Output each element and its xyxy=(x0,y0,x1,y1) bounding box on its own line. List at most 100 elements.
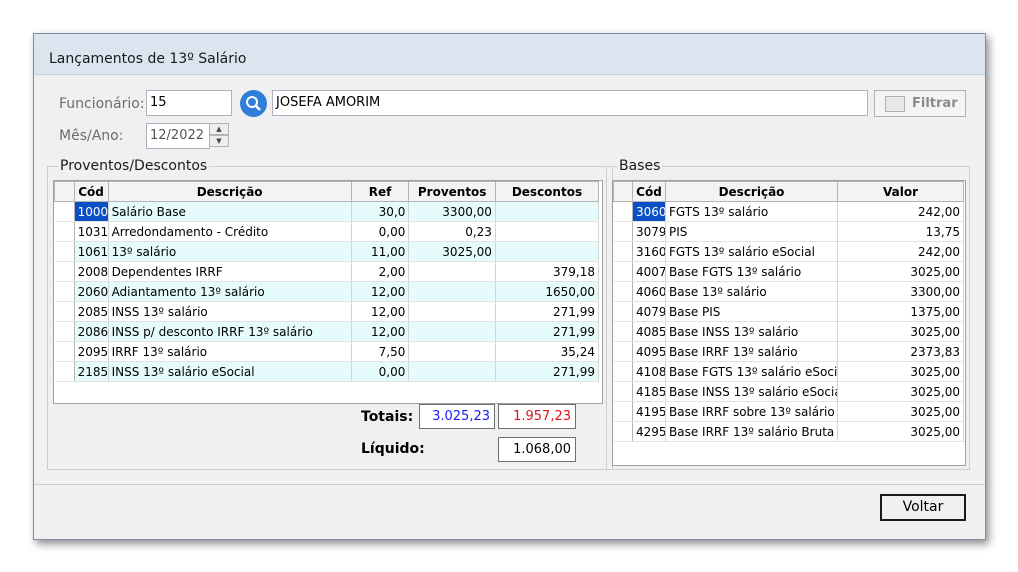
cell-ref[interactable]: 12,00 xyxy=(351,301,410,322)
cell-cod[interactable]: 3160 xyxy=(632,241,666,262)
cell-descricao[interactable]: Base FGTS 13º salário xyxy=(665,261,838,282)
cell-descontos[interactable] xyxy=(495,241,600,262)
funcionario-code-input[interactable]: 15 xyxy=(146,90,232,116)
cell-valor[interactable]: 1375,00 xyxy=(837,301,964,322)
cell-proventos[interactable]: 3300,00 xyxy=(408,201,496,222)
table-row[interactable]: 1031 Arredondamento - Crédito 0,00 0,23 xyxy=(54,221,600,242)
col-header-cod[interactable]: Cód xyxy=(73,181,109,202)
mesano-spinner[interactable]: ▲ ▼ xyxy=(209,123,229,149)
cell-descontos[interactable]: 1650,00 xyxy=(495,281,600,302)
cell-cod[interactable]: 2095 xyxy=(74,341,109,362)
cell-cod[interactable]: 4195 xyxy=(632,401,666,422)
cell-descricao[interactable]: Dependentes IRRF xyxy=(108,261,352,282)
spin-down-icon[interactable]: ▼ xyxy=(209,135,229,147)
proventos-grid[interactable]: Cód Descrição Ref Proventos Descontos 10… xyxy=(53,180,603,404)
col-header-proventos[interactable]: Proventos xyxy=(408,181,496,202)
cell-cod[interactable]: 1031 xyxy=(74,221,109,242)
cell-descricao[interactable]: INSS 13º salário xyxy=(108,301,352,322)
cell-ref[interactable]: 12,00 xyxy=(351,321,410,342)
table-row[interactable]: 3160 FGTS 13º salário eSocial 242,00 xyxy=(613,241,964,262)
bases-grid[interactable]: Cód Descrição Valor 3060 FGTS 13º salário… xyxy=(612,180,966,466)
table-row[interactable]: 3079 PIS 13,75 xyxy=(613,221,964,242)
cell-cod[interactable]: 4085 xyxy=(632,321,666,342)
table-row[interactable]: 2085 INSS 13º salário 12,00 271,99 xyxy=(54,301,600,322)
cell-cod[interactable]: 2008 xyxy=(74,261,109,282)
table-row[interactable]: 2008 Dependentes IRRF 2,00 379,18 xyxy=(54,261,600,282)
cell-proventos[interactable]: 3025,00 xyxy=(408,241,496,262)
table-row[interactable]: 4185 Base INSS 13º salário eSocial 3025,00 xyxy=(613,381,964,402)
cell-ref[interactable]: 30,0 xyxy=(351,201,410,222)
cell-proventos[interactable] xyxy=(408,321,496,342)
cell-descricao[interactable]: Base FGTS 13º salário eSocial xyxy=(665,361,838,382)
cell-cod[interactable]: 4095 xyxy=(632,341,666,362)
col-header-descontos[interactable]: Descontos xyxy=(494,181,600,202)
cell-cod[interactable]: 1061 xyxy=(74,241,109,262)
table-row[interactable]: 2060 Adiantamento 13º salário 12,00 1650,00 xyxy=(54,281,600,302)
cell-cod[interactable]: 3079 xyxy=(632,221,666,242)
cell-descricao[interactable]: FGTS 13º salário eSocial xyxy=(665,241,838,262)
cell-cod[interactable]: 2060 xyxy=(74,281,109,302)
cell-cod[interactable]: 2086 xyxy=(74,321,109,342)
cell-descricao[interactable]: Salário Base xyxy=(108,201,352,222)
cell-descricao[interactable]: Base INSS 13º salário eSocial xyxy=(665,381,838,402)
cell-ref[interactable]: 0,00 xyxy=(351,361,410,382)
table-row[interactable]: 4060 Base 13º salário 3300,00 xyxy=(613,281,964,302)
col-header-cod[interactable]: Cód xyxy=(632,181,666,202)
table-row[interactable]: 4085 Base INSS 13º salário 3025,00 xyxy=(613,321,964,342)
cell-descricao[interactable]: Base PIS xyxy=(665,301,838,322)
cell-ref[interactable]: 7,50 xyxy=(351,341,410,362)
table-row[interactable]: 2086 INSS p/ desconto IRRF 13º salário 12,… xyxy=(54,321,600,342)
cell-proventos[interactable] xyxy=(408,281,496,302)
cell-ref[interactable]: 11,00 xyxy=(351,241,410,262)
cell-valor[interactable]: 3025,00 xyxy=(837,321,964,342)
table-row[interactable]: 4095 Base IRRF 13º salário 2373,83 xyxy=(613,341,964,362)
cell-descricao[interactable]: Base IRRF 13º salário xyxy=(665,341,838,362)
cell-cod[interactable]: 3060 xyxy=(632,201,666,222)
cell-cod[interactable]: 4060 xyxy=(632,281,666,302)
table-row[interactable]: 1000 Salário Base 30,0 3300,00 xyxy=(54,201,600,222)
cell-valor[interactable]: 2373,83 xyxy=(837,341,964,362)
cell-descontos[interactable] xyxy=(495,221,600,242)
cell-valor[interactable]: 3025,00 xyxy=(837,381,964,402)
table-row[interactable]: 3060 FGTS 13º salário 242,00 xyxy=(613,201,964,222)
cell-descontos[interactable] xyxy=(495,201,600,222)
cell-descontos[interactable]: 271,99 xyxy=(495,321,600,342)
col-header-valor[interactable]: Valor xyxy=(837,181,964,202)
cell-valor[interactable]: 3025,00 xyxy=(837,421,964,442)
table-row[interactable]: 4295 Base IRRF 13º salário Bruta 3025,00 xyxy=(613,421,964,442)
table-row[interactable]: 4108 Base FGTS 13º salário eSocial 3025,00 xyxy=(613,361,964,382)
col-header-descricao[interactable]: Descrição xyxy=(107,181,352,202)
cell-proventos[interactable]: 0,23 xyxy=(408,221,496,242)
cell-valor[interactable]: 3025,00 xyxy=(837,401,964,422)
cell-descricao[interactable]: Base IRRF 13º salário Bruta xyxy=(665,421,838,442)
cell-descricao[interactable]: Base INSS 13º salário xyxy=(665,321,838,342)
cell-cod[interactable]: 4108 xyxy=(632,361,666,382)
cell-proventos[interactable] xyxy=(408,261,496,282)
cell-descricao[interactable]: Base IRRF sobre 13º salário eS xyxy=(665,401,838,422)
cell-descricao[interactable]: Arredondamento - Crédito xyxy=(108,221,352,242)
cell-cod[interactable]: 4007 xyxy=(632,261,666,282)
cell-cod[interactable]: 2185 xyxy=(74,361,109,382)
cell-descontos[interactable]: 35,24 xyxy=(495,341,600,362)
search-employee-button[interactable] xyxy=(240,90,267,117)
cell-descricao[interactable]: IRRF 13º salário xyxy=(108,341,352,362)
cell-descricao[interactable]: Adiantamento 13º salário xyxy=(108,281,352,302)
cell-descricao[interactable]: 13º salário xyxy=(108,241,352,262)
cell-descricao[interactable]: INSS 13º salário eSocial xyxy=(108,361,352,382)
col-header-ref[interactable]: Ref xyxy=(350,181,410,202)
cell-cod[interactable]: 4079 xyxy=(632,301,666,322)
cell-valor[interactable]: 242,00 xyxy=(837,241,964,262)
cell-descontos[interactable]: 271,99 xyxy=(495,301,600,322)
table-row[interactable]: 2185 INSS 13º salário eSocial 0,00 271,99 xyxy=(54,361,600,382)
table-row[interactable]: 4195 Base IRRF sobre 13º salário eS 3025,0… xyxy=(613,401,964,422)
cell-proventos[interactable] xyxy=(408,301,496,322)
cell-valor[interactable]: 242,00 xyxy=(837,201,964,222)
cell-cod[interactable]: 1000 xyxy=(74,201,109,222)
mesano-input[interactable]: 12/2022 xyxy=(146,123,210,149)
cell-ref[interactable]: 2,00 xyxy=(351,261,410,282)
cell-descontos[interactable]: 271,99 xyxy=(495,361,600,382)
cell-cod[interactable]: 2085 xyxy=(74,301,109,322)
cell-proventos[interactable] xyxy=(408,361,496,382)
cell-valor[interactable]: 3300,00 xyxy=(837,281,964,302)
col-header-descricao[interactable]: Descrição xyxy=(665,181,838,202)
